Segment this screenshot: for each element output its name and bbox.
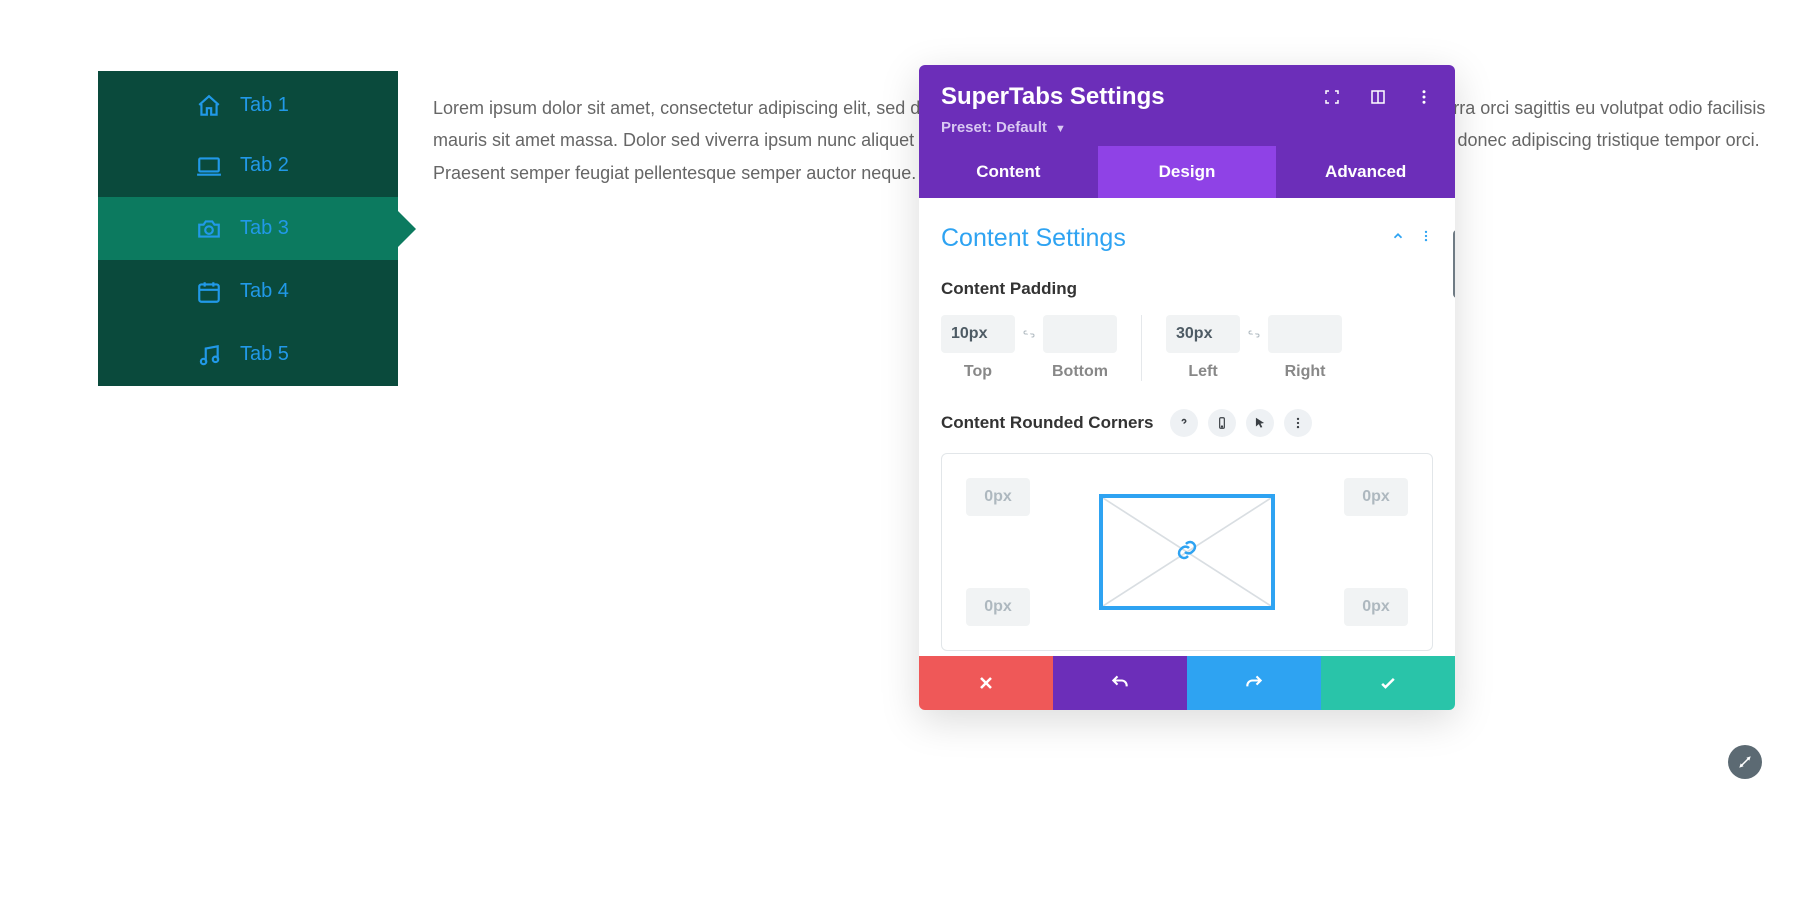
tab-label: Tab 2: [240, 154, 289, 177]
panel-title: SuperTabs Settings: [941, 83, 1165, 111]
padding-right-input[interactable]: [1268, 315, 1342, 353]
corner-br-input[interactable]: [1344, 588, 1408, 626]
padding-bottom-input[interactable]: [1043, 315, 1117, 353]
panel-tab-bar: Content Design Advanced: [919, 146, 1455, 198]
hover-state-icon[interactable]: [1246, 409, 1274, 437]
cancel-button[interactable]: [919, 656, 1053, 710]
preset-prefix: Preset:: [941, 119, 992, 136]
laptop-icon: [196, 153, 222, 179]
tab-5[interactable]: Tab 5: [98, 323, 398, 386]
padding-top-input[interactable]: [941, 315, 1015, 353]
padding-right-label: Right: [1268, 363, 1342, 381]
tab-label: Tab 5: [240, 343, 289, 366]
padding-controls: Top Bottom Left: [941, 315, 1433, 381]
corner-bl-input[interactable]: [966, 588, 1030, 626]
tab-label: Tab 3: [240, 217, 289, 240]
vertical-tab-list: Tab 1 Tab 2 Tab 3 Tab 4 Tab 5: [98, 71, 398, 386]
tab-4[interactable]: Tab 4: [98, 260, 398, 323]
tab-label: Tab 4: [240, 280, 289, 303]
panel-header: SuperTabs Settings Preset: Default ▼: [919, 65, 1455, 146]
caret-down-icon: ▼: [1055, 123, 1066, 135]
responsive-icon[interactable]: [1208, 409, 1236, 437]
corner-preview: [1099, 494, 1275, 610]
settings-panel: SuperTabs Settings Preset: Default ▼: [919, 65, 1455, 710]
redo-button[interactable]: [1187, 656, 1321, 710]
section-menu-icon[interactable]: [1419, 229, 1433, 248]
kebab-menu-icon[interactable]: [1415, 88, 1433, 106]
corner-tl-input[interactable]: [966, 478, 1030, 516]
tab-design[interactable]: Design: [1098, 146, 1277, 198]
corner-tr-input[interactable]: [1344, 478, 1408, 516]
undo-button[interactable]: [1053, 656, 1187, 710]
padding-bottom-label: Bottom: [1043, 363, 1117, 381]
preset-value: Default: [996, 119, 1047, 136]
rounded-label: Content Rounded Corners: [941, 413, 1154, 433]
unlink-icon[interactable]: [1240, 315, 1268, 353]
camera-icon: [196, 216, 222, 242]
unlink-icon[interactable]: [1015, 315, 1043, 353]
preset-selector[interactable]: Preset: Default ▼: [941, 119, 1433, 136]
padding-label: Content Padding: [941, 279, 1433, 299]
link-corners-toggle[interactable]: [1175, 538, 1199, 567]
help-icon[interactable]: [1170, 409, 1198, 437]
padding-top-label: Top: [941, 363, 1015, 381]
tab-1[interactable]: Tab 1: [98, 71, 398, 134]
section-title: Content Settings: [941, 224, 1126, 253]
music-icon: [196, 342, 222, 368]
padding-left-input[interactable]: [1166, 315, 1240, 353]
collapse-section-icon[interactable]: [1391, 229, 1405, 248]
panel-body: Content Settings Content Padding: [919, 198, 1455, 656]
tab-2[interactable]: Tab 2: [98, 134, 398, 197]
scrollbar-thumb[interactable]: [1453, 230, 1455, 298]
separator: [1141, 315, 1142, 381]
field-menu-icon[interactable]: [1284, 409, 1312, 437]
tab-label: Tab 1: [240, 94, 289, 117]
padding-left-label: Left: [1166, 363, 1240, 381]
expand-icon[interactable]: [1323, 88, 1341, 106]
panel-footer: [919, 656, 1455, 710]
tab-advanced[interactable]: Advanced: [1276, 146, 1455, 198]
columns-icon[interactable]: [1369, 88, 1387, 106]
resize-drag-handle[interactable]: [1728, 745, 1762, 779]
calendar-icon: [196, 279, 222, 305]
tab-3[interactable]: Tab 3: [98, 197, 398, 260]
home-icon: [196, 93, 222, 119]
tab-content[interactable]: Content: [919, 146, 1098, 198]
rounded-corners-control: [941, 453, 1433, 651]
save-button[interactable]: [1321, 656, 1455, 710]
